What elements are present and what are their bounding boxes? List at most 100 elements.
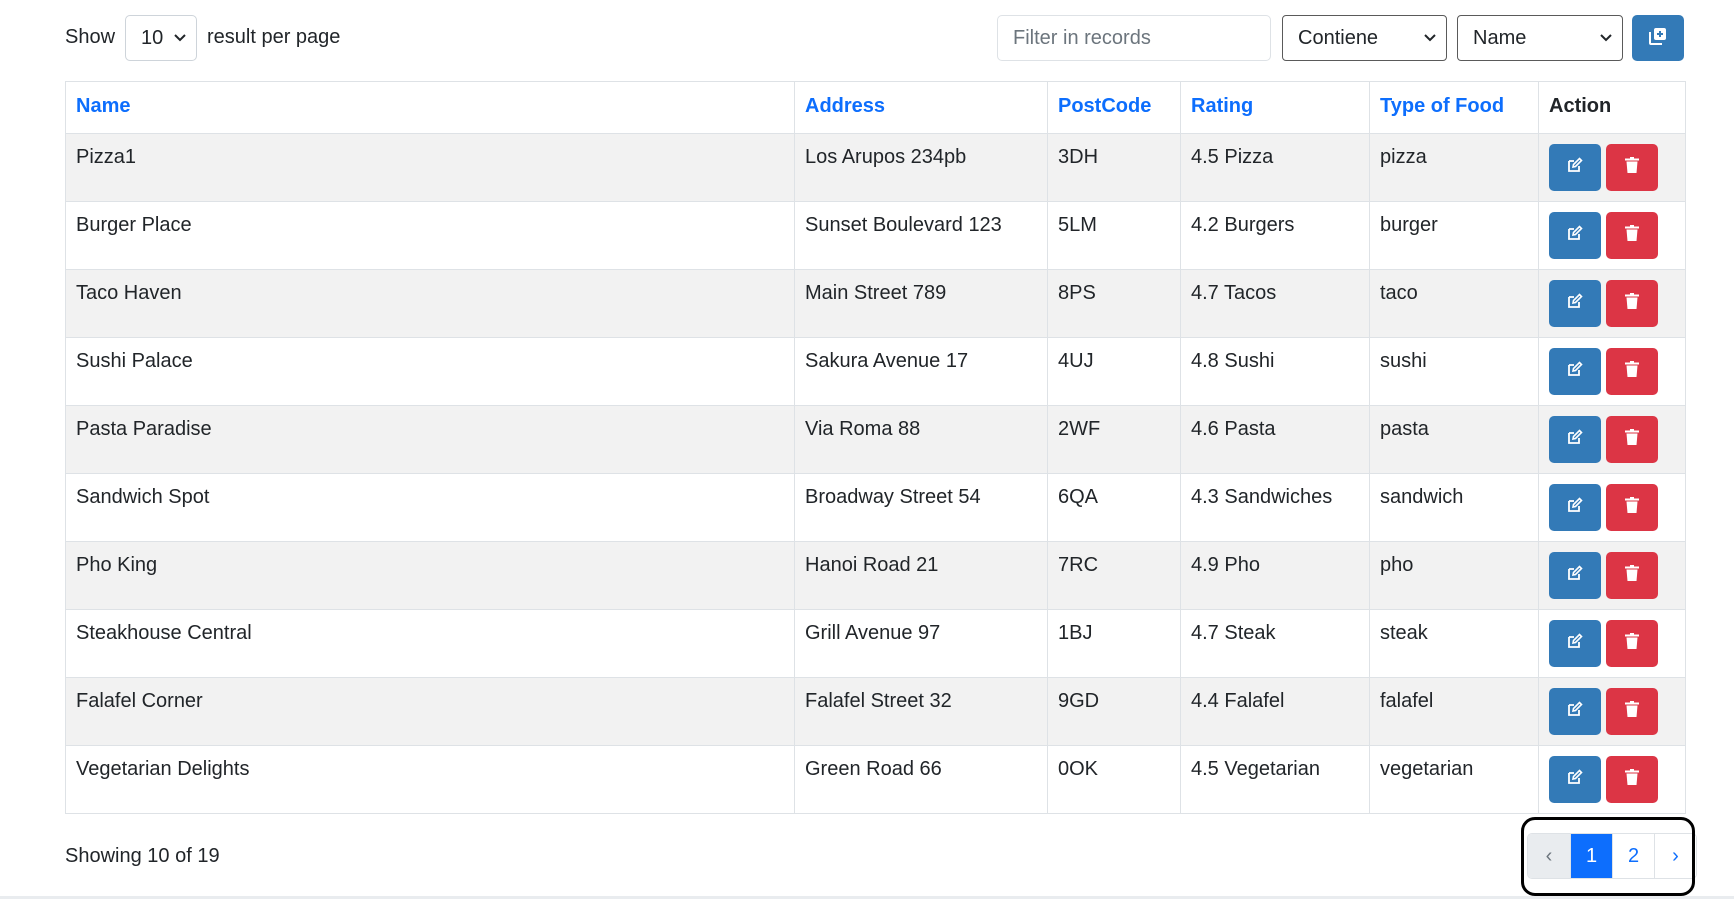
cell-address: Hanoi Road 21: [794, 541, 1048, 610]
cell-address: Main Street 789: [794, 269, 1048, 338]
column-header-name[interactable]: Name: [65, 81, 795, 134]
edit-icon: [1567, 496, 1583, 519]
column-header-rating[interactable]: Rating: [1180, 81, 1370, 134]
cell-type-of-food: taco: [1369, 269, 1539, 338]
cell-address: Green Road 66: [794, 745, 1048, 814]
cell-address: Via Roma 88: [794, 405, 1048, 474]
cell-action: [1538, 677, 1686, 746]
delete-button[interactable]: [1606, 756, 1658, 803]
delete-button[interactable]: [1606, 620, 1658, 667]
filter-input[interactable]: [997, 15, 1271, 61]
table-row: Sandwich Spot Broadway Street 54 6QA 4.3 Sa…: [65, 473, 1686, 542]
pagination-page-1[interactable]: 1: [1570, 834, 1612, 878]
edit-button[interactable]: [1549, 416, 1601, 463]
cell-type-of-food: steak: [1369, 609, 1539, 678]
copy-plus-icon: [1649, 27, 1667, 50]
edit-button[interactable]: [1549, 552, 1601, 599]
cell-type-of-food: sushi: [1369, 337, 1539, 406]
table-row: Steakhouse Central Grill Avenue 97 1BJ 4.7 …: [65, 609, 1686, 678]
cell-type-of-food: sandwich: [1369, 473, 1539, 542]
cell-name: Burger Place: [65, 201, 795, 270]
table-row: Falafel Corner Falafel Street 32 9GD 4.4 Fa…: [65, 677, 1686, 746]
edit-icon: [1567, 292, 1583, 315]
trash-icon: [1625, 632, 1639, 655]
filter-field-select[interactable]: Name: [1457, 15, 1623, 61]
cell-rating: 4.2 Burgers: [1180, 201, 1370, 270]
table-row: Pizza1 Los Arupos 234pb 3DH 4.5 Pizza pizza: [65, 133, 1686, 202]
cell-postcode: 4UJ: [1047, 337, 1181, 406]
trash-icon: [1625, 564, 1639, 587]
cell-action: [1538, 745, 1686, 814]
cell-action: [1538, 337, 1686, 406]
edit-button[interactable]: [1549, 484, 1601, 531]
cell-type-of-food: pasta: [1369, 405, 1539, 474]
edit-button[interactable]: [1549, 144, 1601, 191]
cell-type-of-food: falafel: [1369, 677, 1539, 746]
cell-rating: 4.6 Pasta: [1180, 405, 1370, 474]
cell-address: Broadway Street 54: [794, 473, 1048, 542]
pagination-page-2[interactable]: 2: [1612, 834, 1654, 878]
delete-button[interactable]: [1606, 280, 1658, 327]
delete-button[interactable]: [1606, 348, 1658, 395]
filter-field-value: Name: [1473, 27, 1527, 49]
cell-type-of-food: pho: [1369, 541, 1539, 610]
edit-button[interactable]: [1549, 348, 1601, 395]
delete-button[interactable]: [1606, 416, 1658, 463]
filter-operator-select[interactable]: Contiene: [1282, 15, 1447, 61]
delete-button[interactable]: [1606, 144, 1658, 191]
column-header-postcode[interactable]: PostCode: [1047, 81, 1181, 134]
edit-icon: [1567, 632, 1583, 655]
cell-address: Sunset Boulevard 123: [794, 201, 1048, 270]
delete-button[interactable]: [1606, 552, 1658, 599]
delete-button[interactable]: [1606, 212, 1658, 259]
cell-postcode: 9GD: [1047, 677, 1181, 746]
trash-icon: [1625, 700, 1639, 723]
per-page-value: 10: [141, 27, 164, 49]
cell-postcode: 2WF: [1047, 405, 1181, 474]
delete-button[interactable]: [1606, 688, 1658, 735]
per-page-select[interactable]: 10: [125, 15, 197, 61]
edit-button[interactable]: [1549, 280, 1601, 327]
edit-button[interactable]: [1549, 212, 1601, 259]
cell-rating: 4.5 Vegetarian: [1180, 745, 1370, 814]
table-row: Sushi Palace Sakura Avenue 17 4UJ 4.8 Sushi…: [65, 337, 1686, 406]
edit-icon: [1567, 428, 1583, 451]
table-row: Pho King Hanoi Road 21 7RC 4.9 Pho pho: [65, 541, 1686, 610]
cell-action: [1538, 541, 1686, 610]
trash-icon: [1625, 156, 1639, 179]
cell-action: [1538, 201, 1686, 270]
chevron-down-icon: [1600, 16, 1612, 78]
cell-address: Grill Avenue 97: [794, 609, 1048, 678]
cell-postcode: 0OK: [1047, 745, 1181, 814]
cell-name: Taco Haven: [65, 269, 795, 338]
column-header-type-of-food[interactable]: Type of Food: [1369, 81, 1539, 134]
cell-type-of-food: vegetarian: [1369, 745, 1539, 814]
cell-rating: 4.9 Pho: [1180, 541, 1370, 610]
cell-rating: 4.8 Sushi: [1180, 337, 1370, 406]
cell-name: Pasta Paradise: [65, 405, 795, 474]
cell-action: [1538, 269, 1686, 338]
pagination-next-button[interactable]: ›: [1654, 834, 1696, 878]
edit-button[interactable]: [1549, 756, 1601, 803]
edit-button[interactable]: [1549, 688, 1601, 735]
edit-button[interactable]: [1549, 620, 1601, 667]
edit-icon: [1567, 224, 1583, 247]
pagination-prev-button[interactable]: ‹: [1528, 834, 1570, 878]
filter-operator-value: Contiene: [1298, 27, 1379, 49]
cell-address: Falafel Street 32: [794, 677, 1048, 746]
trash-icon: [1625, 428, 1639, 451]
cell-name: Vegetarian Delights: [65, 745, 795, 814]
delete-button[interactable]: [1606, 484, 1658, 531]
column-header-address[interactable]: Address: [794, 81, 1048, 134]
page: Show 10 result per page Contiene Name: [0, 0, 1734, 899]
cell-address: Sakura Avenue 17: [794, 337, 1048, 406]
table-row: Burger Place Sunset Boulevard 123 5LM 4.2 B…: [65, 201, 1686, 270]
cell-action: [1538, 609, 1686, 678]
trash-icon: [1625, 224, 1639, 247]
cell-postcode: 3DH: [1047, 133, 1181, 202]
cell-postcode: 7RC: [1047, 541, 1181, 610]
add-record-button[interactable]: [1632, 15, 1684, 61]
records-table: Name Address PostCode Rating Type of Foo…: [65, 81, 1686, 814]
showing-count: Showing 10 of 19: [65, 845, 220, 867]
column-header-action: Action: [1538, 81, 1686, 134]
